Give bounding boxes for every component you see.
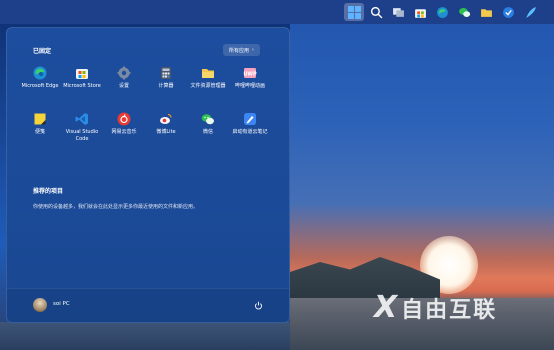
- svg-text:UWP: UWP: [243, 71, 257, 77]
- edge-icon[interactable]: [432, 3, 452, 21]
- feather-icon[interactable]: [520, 3, 540, 21]
- bilibili-icon: UWP: [243, 66, 257, 80]
- pinned-app-wechat[interactable]: 微信: [187, 110, 229, 150]
- store-icon: [75, 66, 89, 80]
- app-label: Microsoft Store: [63, 83, 101, 89]
- pinned-app-youdao-note[interactable]: 启动有道云笔记: [229, 110, 271, 150]
- app-label: 微信: [202, 129, 213, 135]
- start-menu-footer: soi PC: [7, 288, 289, 323]
- weibo-icon: [159, 112, 173, 126]
- all-apps-button[interactable]: 所有应用 ›: [223, 44, 261, 56]
- pinned-app-weibo-lite[interactable]: 微博Lite: [145, 110, 187, 150]
- youdao-note-icon: [243, 112, 257, 126]
- app-label: 设置: [118, 83, 129, 89]
- gear-icon: [117, 66, 131, 80]
- pinned-section-title: 已固定: [33, 48, 52, 55]
- taskbar: [0, 0, 554, 24]
- app-label: 哔哩哔哩动画: [234, 83, 265, 89]
- pinned-app-file-explorer[interactable]: 文件资源管理器: [187, 64, 229, 104]
- recommended-description: 你使用的设备越多，我们就会在此处显示更多你最近使用的文件和新应用。: [33, 204, 199, 210]
- app-label: Visual Studio Code: [65, 129, 99, 142]
- user-name[interactable]: soi PC: [53, 301, 70, 307]
- windows-start-icon[interactable]: [344, 3, 364, 21]
- calculator-icon: [159, 66, 173, 80]
- pinned-app-edge[interactable]: Microsoft Edge: [19, 64, 61, 104]
- watermark: X 自由互联: [374, 290, 497, 325]
- pinned-app-store[interactable]: Microsoft Store: [61, 64, 103, 104]
- pinned-app-settings[interactable]: 设置: [103, 64, 145, 104]
- pinned-app-bilibili[interactable]: UWP 哔哩哔哩动画: [229, 64, 271, 104]
- folder-icon: [201, 66, 215, 80]
- pinned-app-sticky-notes[interactable]: 便笺: [19, 110, 61, 150]
- app-label: 便笺: [34, 129, 45, 135]
- edge-icon: [33, 66, 47, 80]
- power-icon[interactable]: [251, 298, 265, 312]
- pinned-app-netease-music[interactable]: 网易云音乐: [103, 110, 145, 150]
- app-label: Microsoft Edge: [21, 83, 59, 89]
- wechat-icon: [201, 112, 215, 126]
- chevron-right-icon: ›: [252, 47, 255, 53]
- watermark-text: 自由互联: [401, 297, 498, 323]
- app-label: 网易云音乐: [111, 129, 137, 135]
- taskbar-icons: [344, 3, 540, 21]
- recommended-section-title: 推荐的项目: [33, 188, 64, 195]
- sticky-notes-icon: [33, 112, 47, 126]
- search-icon[interactable]: [366, 3, 386, 21]
- pinned-app-vscode[interactable]: Visual Studio Code: [61, 110, 103, 150]
- netease-music-icon: [117, 112, 131, 126]
- app-label: 启动有道云笔记: [232, 129, 268, 135]
- app-label: 文件资源管理器: [190, 83, 226, 89]
- security-icon[interactable]: [498, 3, 518, 21]
- pinned-app-calculator[interactable]: 计算器: [145, 64, 187, 104]
- all-apps-label: 所有应用: [229, 47, 250, 54]
- vscode-icon: [75, 112, 89, 126]
- pinned-apps-grid: Microsoft Edge Microsoft Store 设置 计算器 文件…: [19, 64, 275, 150]
- task-view-icon[interactable]: [388, 3, 408, 21]
- wechat-icon[interactable]: [454, 3, 474, 21]
- start-menu: 已固定 所有应用 › Microsoft Edge Microsoft Stor…: [6, 27, 290, 323]
- file-explorer-icon[interactable]: [476, 3, 496, 21]
- app-label: 计算器: [158, 83, 174, 89]
- app-label: 微博Lite: [156, 129, 176, 135]
- wallpaper-bottom-strip: [0, 322, 290, 350]
- watermark-logo: X: [374, 290, 398, 325]
- store-icon[interactable]: [410, 3, 430, 21]
- avatar[interactable]: [33, 298, 47, 312]
